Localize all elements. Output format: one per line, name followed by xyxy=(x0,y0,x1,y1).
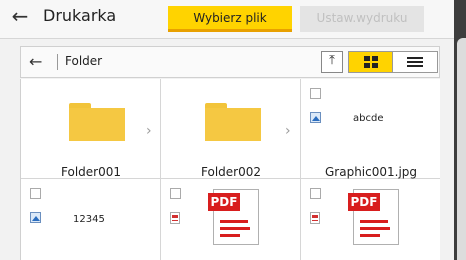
item-checkbox[interactable] xyxy=(310,188,321,199)
file-item[interactable]: › Folder002 xyxy=(161,79,301,179)
file-item[interactable]: 12345 xyxy=(21,179,161,260)
pdf-thumbnail-icon: PDF xyxy=(348,189,399,245)
item-name: Folder002 xyxy=(201,165,261,179)
app-title: Drukarka xyxy=(43,6,117,25)
image-file-icon xyxy=(310,112,321,123)
divider xyxy=(57,54,58,70)
item-checkbox[interactable] xyxy=(170,188,181,199)
chevron-right-icon: › xyxy=(146,123,152,139)
image-file-icon xyxy=(30,212,41,223)
pdf-badge: PDF xyxy=(208,193,240,211)
file-item[interactable]: abcde Graphic001.jpg xyxy=(301,79,440,179)
app-panel: ← Drukarka Wybierz plik Ustaw.wydruku ← … xyxy=(0,0,454,260)
tab-select-file[interactable]: Wybierz plik xyxy=(168,6,292,32)
side-panel-edge xyxy=(457,38,466,260)
back-arrow-icon[interactable]: ← xyxy=(8,4,32,28)
chevron-right-icon: › xyxy=(285,123,291,139)
arrow-to-top-icon: ⤒ xyxy=(329,53,335,68)
pdf-file-icon xyxy=(310,212,320,224)
scroll-to-top-button[interactable]: ⤒ xyxy=(321,51,343,73)
folder-icon xyxy=(205,103,261,141)
pdf-file-icon xyxy=(170,212,180,224)
top-bar: ← Drukarka Wybierz plik Ustaw.wydruku xyxy=(0,0,454,39)
tab-print-settings[interactable]: Ustaw.wydruku xyxy=(300,6,424,32)
view-mode-toggle xyxy=(348,51,438,73)
file-grid: › Folder001 › Folder002 abcde Graphic001… xyxy=(20,79,440,260)
item-name: Graphic001.jpg xyxy=(324,165,418,179)
folder-path: Folder xyxy=(65,54,103,68)
pdf-thumbnail-icon: PDF xyxy=(208,189,259,245)
item-checkbox[interactable] xyxy=(30,188,41,199)
item-preview-text: abcde xyxy=(353,113,384,124)
folder-back-arrow-icon[interactable]: ← xyxy=(29,51,42,73)
folder-icon xyxy=(69,103,125,141)
file-item[interactable]: PDF xyxy=(301,179,440,260)
side-strip xyxy=(454,0,466,260)
item-checkbox[interactable] xyxy=(310,88,321,99)
file-item[interactable]: › Folder001 xyxy=(21,79,161,179)
list-view-button[interactable] xyxy=(393,52,437,72)
folder-bar: ← Folder ⤒ xyxy=(20,46,440,78)
file-item[interactable]: PDF xyxy=(161,179,301,260)
grid-view-button[interactable] xyxy=(349,52,393,72)
pdf-badge: PDF xyxy=(348,193,380,211)
item-preview-text: 12345 xyxy=(73,214,105,225)
item-name: Folder001 xyxy=(61,165,121,179)
